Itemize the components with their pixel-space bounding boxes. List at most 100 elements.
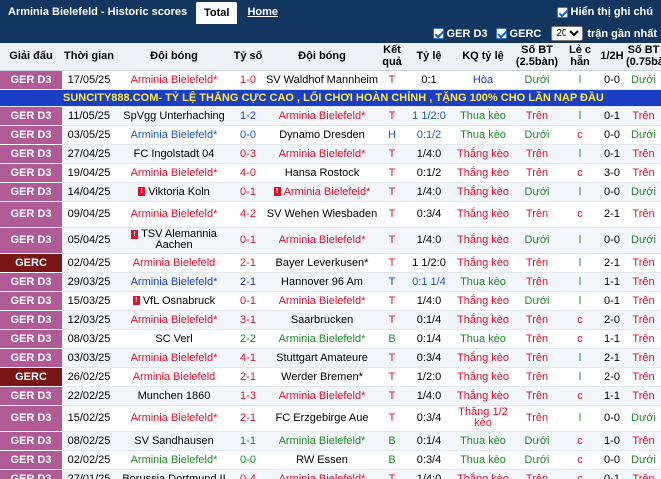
match-score[interactable]: 2-1 <box>232 405 264 432</box>
match-score[interactable]: 2-1 <box>232 367 264 387</box>
away-team[interactable]: Arminia Bielefeld* <box>264 431 380 451</box>
match-score[interactable]: 0-1 <box>232 227 264 254</box>
half-time-score: 0-0 <box>598 125 626 145</box>
match-score[interactable]: 0-3 <box>232 144 264 164</box>
away-team[interactable]: Saarbrucken <box>264 310 380 330</box>
away-team[interactable]: RW Essen <box>264 450 380 470</box>
match-count-select[interactable]: 20 <box>551 26 584 41</box>
home-team[interactable]: ! Viktoria Koln <box>116 182 232 202</box>
tab-total[interactable]: Total <box>196 2 238 24</box>
match-score[interactable]: 4-2 <box>232 201 264 228</box>
away-team[interactable]: Stuttgart Amateure <box>264 348 380 368</box>
home-team[interactable]: ! VfL Osnabruck <box>116 291 232 311</box>
tab-home[interactable]: Home <box>237 0 288 24</box>
away-team[interactable]: Hannover 96 Am <box>264 272 380 292</box>
home-team[interactable]: Arminia Bielefeld* <box>116 201 232 228</box>
away-team[interactable]: Arminia Bielefeld* <box>264 144 380 164</box>
home-team[interactable]: ! TSV Alemannia Aachen <box>116 227 232 254</box>
home-team[interactable]: Arminia Bielefeld <box>116 367 232 387</box>
away-team[interactable]: ! Arminia Bielefeld* <box>264 182 380 202</box>
match-result: B <box>380 450 404 470</box>
show-notes-toggle[interactable]: Hiển thị ghi chú <box>556 0 661 24</box>
odds-result: Thắng kèo <box>454 182 512 202</box>
away-team[interactable]: Arminia Bielefeld* <box>264 386 380 406</box>
odds: 0:1 1/4 <box>404 272 454 292</box>
home-team[interactable]: SV Sandhausen <box>116 431 232 451</box>
goals-0-75: Dưới <box>626 227 661 254</box>
checkbox-icon[interactable] <box>495 28 507 39</box>
half-time-score: 0-0 <box>598 405 626 432</box>
home-team[interactable]: Arminia Bielefeld <box>116 253 232 273</box>
match-score[interactable]: 1-3 <box>232 386 264 406</box>
goals-2-5: Dưới <box>512 125 562 145</box>
table-row: GER D3 12/03/25 Arminia Bielefeld* 3-1 Saarb… <box>0 310 661 330</box>
odds: 0:3/4 <box>404 348 454 368</box>
match-score[interactable]: 0-0 <box>232 450 264 470</box>
home-team[interactable]: Arminia Bielefeld* <box>116 125 232 145</box>
match-date: 12/03/25 <box>62 310 116 330</box>
match-score[interactable]: 2-1 <box>232 272 264 292</box>
away-team[interactable]: Arminia Bielefeld* <box>264 291 380 311</box>
home-team[interactable]: Arminia Bielefeld* <box>116 163 232 183</box>
match-score[interactable]: 0-4 <box>232 469 264 479</box>
away-team[interactable]: Arminia Bielefeld* <box>264 227 380 254</box>
away-team[interactable]: Arminia Bielefeld* <box>264 469 380 479</box>
odds: 0:3/4 <box>404 201 454 228</box>
checkbox-icon[interactable] <box>556 6 568 18</box>
away-team-text: Arminia Bielefeld* <box>283 185 371 198</box>
table-row: GER D3 03/03/25 Arminia Bielefeld* 4-1 Stutt… <box>0 348 661 368</box>
home-team[interactable]: Arminia Bielefeld* <box>116 272 232 292</box>
half-time-score: 2-0 <box>598 367 626 387</box>
home-team[interactable]: Borussia Dortmund II <box>116 469 232 479</box>
home-team[interactable]: Arminia Bielefeld* <box>116 348 232 368</box>
half-time-score: 0-1 <box>598 469 626 479</box>
away-team[interactable]: Bayer Leverkusen* <box>264 253 380 273</box>
away-team[interactable]: Dynamo Dresden <box>264 125 380 145</box>
odds-result: Thắng kèo <box>454 469 512 479</box>
ad-banner-row[interactable]: SUNCITY888.COM- TỶ LỆ THẮNG CỰC CAO , LỐ… <box>0 89 661 107</box>
away-team[interactable]: Arminia Bielefeld* <box>264 329 380 349</box>
match-score[interactable]: 4-1 <box>232 348 264 368</box>
column-header: Tỷ lệ <box>404 43 454 71</box>
home-team[interactable]: Arminia Bielefeld* <box>116 310 232 330</box>
odds-result: Thắng kèo <box>454 201 512 228</box>
home-team[interactable]: Arminia Bielefeld* <box>116 405 232 432</box>
away-team[interactable]: Arminia Bielefeld* <box>264 106 380 126</box>
match-score[interactable]: 3-1 <box>232 310 264 330</box>
away-team[interactable]: SV Waldhof Mannheim <box>264 70 380 90</box>
league-badge: GER D3 <box>0 201 62 228</box>
home-team[interactable]: Arminia Bielefeld* <box>116 70 232 90</box>
filter-gerd3[interactable]: GER D3 <box>432 28 488 40</box>
match-score[interactable]: 0-1 <box>232 291 264 311</box>
match-score[interactable]: 0-0 <box>232 125 264 145</box>
match-score[interactable]: 2-1 <box>232 253 264 273</box>
away-team[interactable]: SV Wehen Wiesbaden <box>264 201 380 228</box>
ad-banner[interactable]: SUNCITY888.COM- TỶ LỆ THẮNG CỰC CAO , LỐ… <box>0 89 661 107</box>
checkbox-icon[interactable] <box>432 28 444 39</box>
goals-0-75: Trên <box>626 144 661 164</box>
odd-even: c <box>562 386 598 406</box>
match-score[interactable]: 1-1 <box>232 431 264 451</box>
home-team[interactable]: FC Ingolstadt 04 <box>116 144 232 164</box>
goals-2-5: Dưới <box>512 182 562 202</box>
home-team[interactable]: Arminia Bielefeld* <box>116 450 232 470</box>
league-badge: GER D3 <box>0 431 62 451</box>
match-score[interactable]: 4-0 <box>232 163 264 183</box>
away-team[interactable]: FC Erzgebirge Aue <box>264 405 380 432</box>
home-team[interactable]: SpVgg Unterhaching <box>116 106 232 126</box>
home-team[interactable]: SC Verl <box>116 329 232 349</box>
filter-gerc[interactable]: GERC <box>495 28 541 40</box>
league-badge: GER D3 <box>0 348 62 368</box>
match-score[interactable]: 0-1 <box>232 182 264 202</box>
away-team[interactable]: Werder Bremen* <box>264 367 380 387</box>
odds: 1/4:0 <box>404 182 454 202</box>
match-score[interactable]: 1-0 <box>232 70 264 90</box>
results-table: Giải đấu Thời gian Đội bóng Tỷ số Đội bóng Kế… <box>0 43 661 479</box>
goals-0-75: Trên <box>626 386 661 406</box>
match-score[interactable]: 1-2 <box>232 106 264 126</box>
match-score[interactable]: 2-2 <box>232 329 264 349</box>
home-team[interactable]: Munchen 1860 <box>116 386 232 406</box>
match-date: 17/05/25 <box>62 70 116 90</box>
column-header: Số BT (2.5bàn) <box>512 43 562 71</box>
away-team[interactable]: Hansa Rostock <box>264 163 380 183</box>
